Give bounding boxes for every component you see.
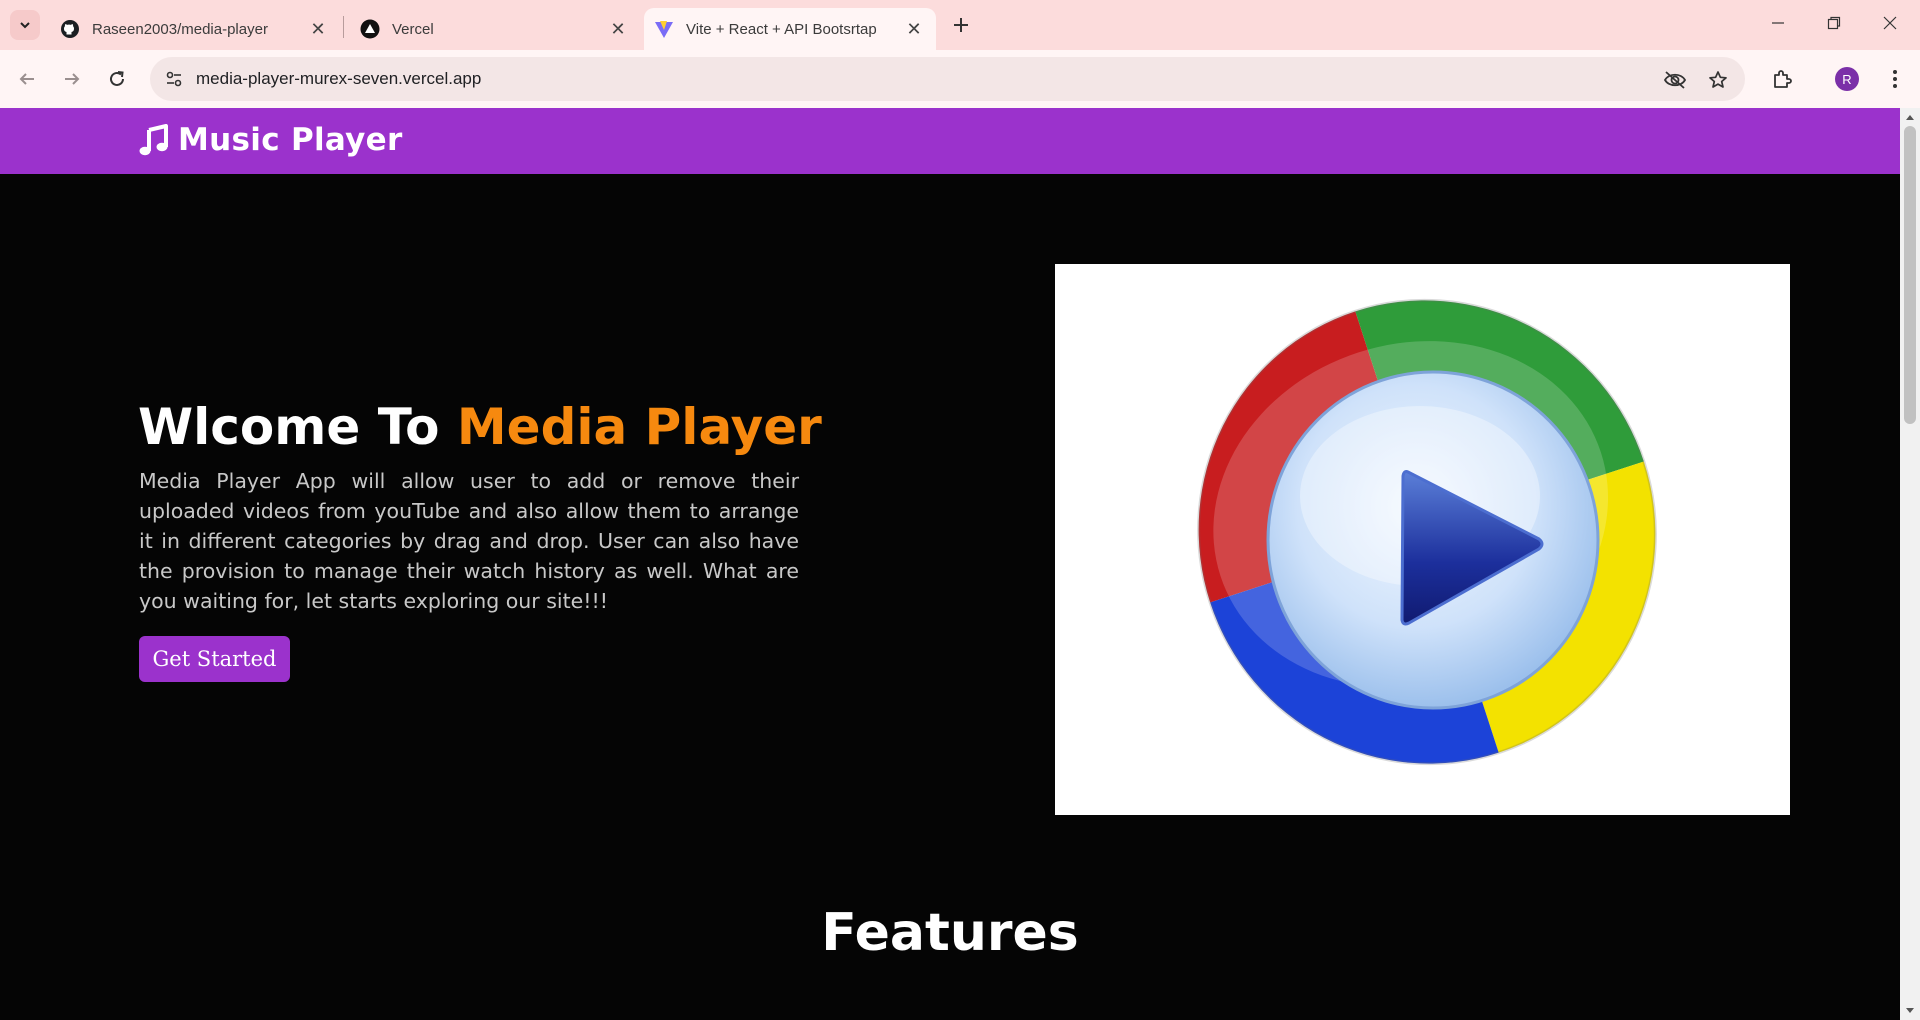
restore-button[interactable] bbox=[1806, 0, 1862, 46]
music-note-icon bbox=[138, 124, 170, 156]
brand-title: Music Player bbox=[178, 122, 403, 158]
scrollbar-thumb[interactable] bbox=[1904, 126, 1916, 424]
github-icon bbox=[60, 19, 80, 39]
site-info-icon[interactable] bbox=[160, 65, 188, 93]
scroll-up-icon[interactable] bbox=[1904, 111, 1916, 123]
tab-title: Vercel bbox=[392, 20, 434, 38]
tab-title: Vite + React + API Bootsrtap bbox=[686, 20, 877, 38]
hero-description: Media Player App will allow user to add … bbox=[139, 469, 799, 613]
close-window-button[interactable] bbox=[1862, 0, 1918, 46]
tab-strip: Raseen2003/media-player ✕ Vercel ✕ Vite … bbox=[0, 0, 1920, 50]
url-text: media-player-murex-seven.vercel.app bbox=[196, 69, 482, 88]
media-player-logo-image bbox=[1055, 264, 1790, 815]
features-heading: Features bbox=[821, 903, 1079, 963]
hero-title: Wlcome To Media Player bbox=[138, 398, 822, 456]
profile-avatar[interactable]: R bbox=[1835, 67, 1859, 91]
extensions-icon[interactable] bbox=[1767, 64, 1797, 94]
close-icon[interactable]: ✕ bbox=[306, 17, 330, 41]
tab-separator bbox=[343, 16, 344, 38]
page-viewport: Music Player Wlcome To Media Player Medi… bbox=[0, 108, 1900, 1020]
close-icon[interactable]: ✕ bbox=[606, 17, 630, 41]
close-icon bbox=[1883, 16, 1897, 30]
new-tab-button[interactable] bbox=[948, 12, 974, 38]
vercel-icon bbox=[360, 19, 380, 39]
tab-media-player[interactable]: Vite + React + API Bootsrtap ✕ bbox=[644, 8, 936, 50]
star-icon[interactable] bbox=[1705, 67, 1731, 93]
vite-icon bbox=[654, 19, 674, 39]
page-scrollbar[interactable] bbox=[1900, 108, 1920, 1020]
tab-search-button[interactable] bbox=[10, 10, 40, 40]
close-icon[interactable]: ✕ bbox=[902, 17, 926, 41]
reload-icon bbox=[110, 71, 124, 86]
minimize-icon bbox=[1772, 22, 1784, 24]
tab-title: Raseen2003/media-player bbox=[92, 20, 268, 38]
arrow-left-icon bbox=[19, 73, 34, 85]
tab-github[interactable]: Raseen2003/media-player ✕ bbox=[50, 8, 340, 50]
plus-icon bbox=[954, 18, 968, 32]
hero-title-prefix: Wlcome To bbox=[138, 398, 457, 456]
more-menu-icon[interactable] bbox=[1880, 64, 1910, 94]
scroll-down-icon[interactable] bbox=[1904, 1005, 1916, 1017]
brand-link[interactable]: Music Player bbox=[138, 122, 403, 158]
arrow-right-icon bbox=[65, 73, 80, 85]
address-bar[interactable]: media-player-murex-seven.vercel.app bbox=[150, 57, 1745, 101]
back-button[interactable] bbox=[10, 62, 44, 96]
get-started-button[interactable]: Get Started bbox=[139, 636, 290, 682]
browser-toolbar: media-player-murex-seven.vercel.app R bbox=[0, 50, 1920, 108]
minimize-button[interactable] bbox=[1750, 0, 1806, 46]
restore-icon bbox=[1827, 16, 1841, 30]
forward-button[interactable] bbox=[55, 62, 89, 96]
reload-button[interactable] bbox=[100, 62, 134, 96]
eye-off-icon[interactable] bbox=[1662, 67, 1688, 93]
chevron-down-icon bbox=[20, 22, 30, 29]
play-button-icon bbox=[1138, 264, 1716, 815]
hero-title-highlight: Media Player bbox=[456, 398, 822, 456]
tab-vercel[interactable]: Vercel ✕ bbox=[350, 8, 640, 50]
site-navbar: Music Player bbox=[0, 108, 1900, 174]
